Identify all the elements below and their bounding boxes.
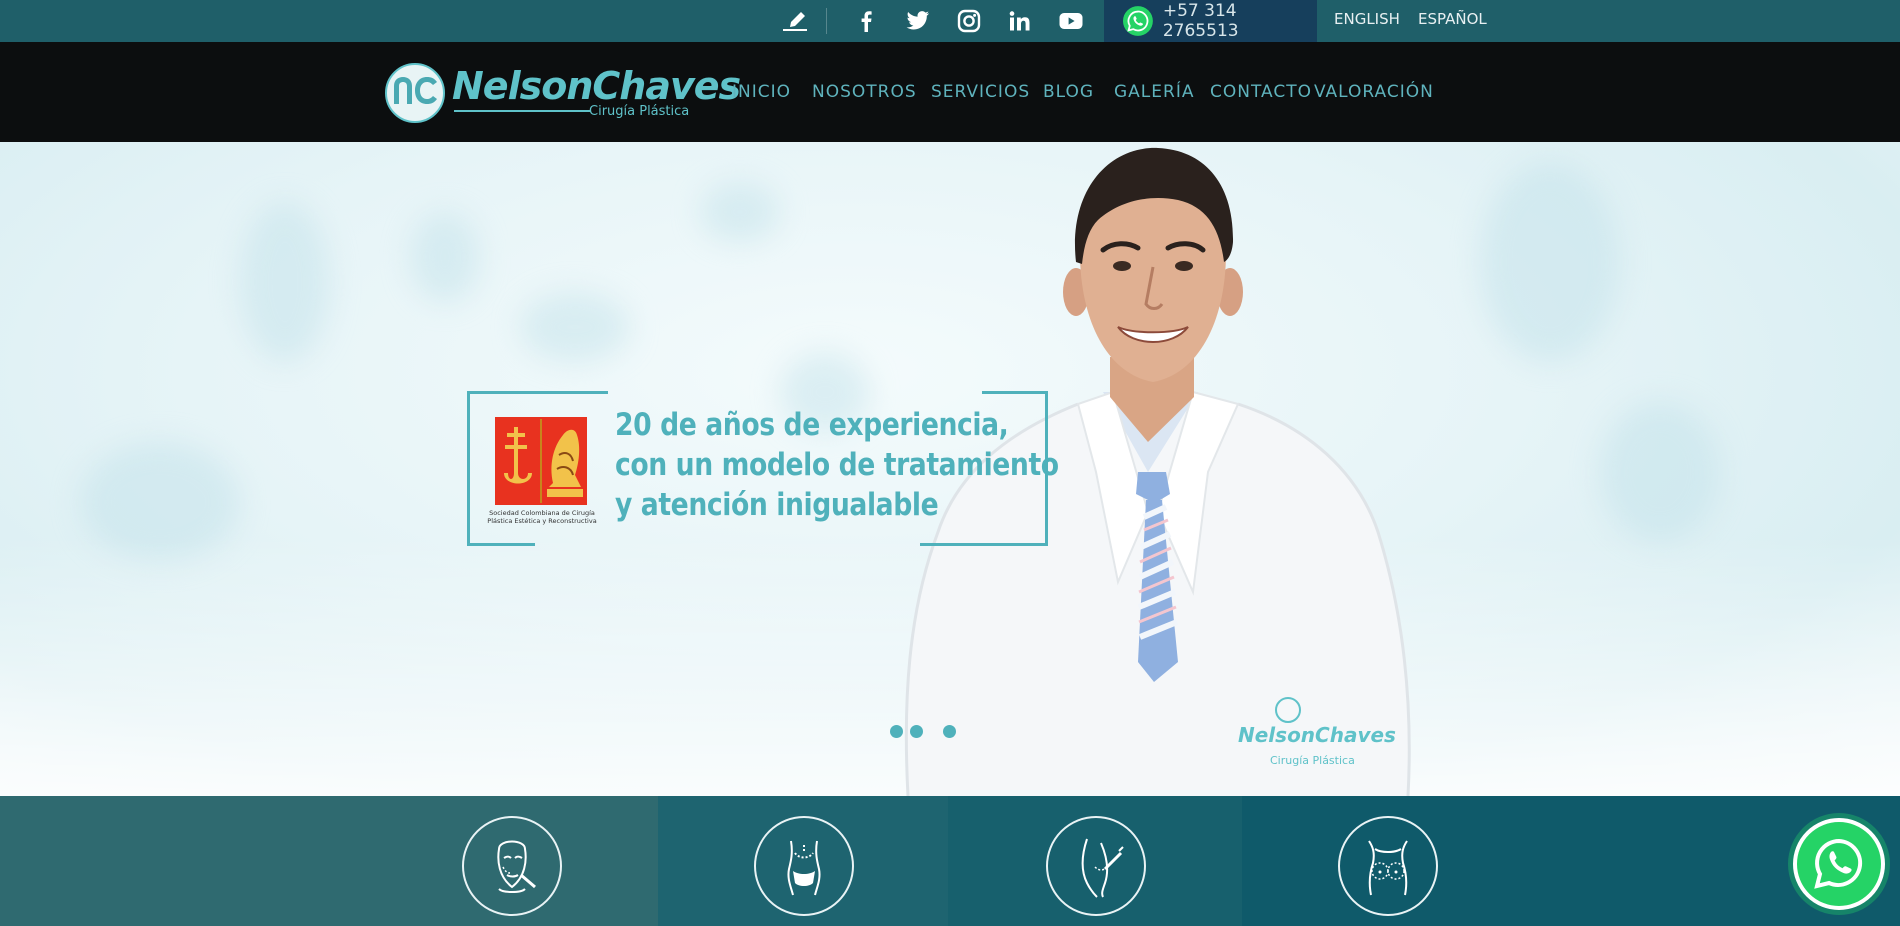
language-espanol[interactable]: ESPAÑOL: [1418, 10, 1487, 28]
nav-contacto[interactable]: CONTACTO: [1210, 82, 1312, 102]
background-bokeh: [1480, 162, 1620, 362]
nav-nosotros[interactable]: NOSOTROS: [812, 82, 917, 102]
phone-number: +57 314 2765513: [1162, 1, 1239, 41]
whatsapp-icon: [1814, 838, 1863, 889]
coat-logo-subtitle: Cirugía Plástica: [1270, 754, 1355, 767]
facebook-icon[interactable]: [852, 6, 882, 36]
logo-subtitle: Cirugía Plástica: [589, 104, 690, 119]
nav-valoracion[interactable]: VALORACIÓN: [1314, 82, 1434, 102]
background-bokeh: [1600, 402, 1720, 542]
nav-blog[interactable]: BLOG: [1043, 82, 1094, 102]
background-bokeh: [240, 202, 330, 362]
youtube-icon[interactable]: [1056, 6, 1086, 36]
services-strip: [0, 796, 1900, 926]
coat-logo-name: NelsonChaves: [1238, 723, 1396, 747]
background-bokeh: [700, 182, 780, 242]
phone-contact-button[interactable]: +57 314 2765513: [1104, 0, 1317, 42]
slider-dot-1[interactable]: [890, 725, 903, 738]
whatsapp-icon: [1122, 6, 1153, 36]
hero-slider: NelsonChaves Cirugía Plástica Sociedad C…: [0, 142, 1900, 796]
society-seal-caption: Sociedad Colombiana de Cirugía Plástica …: [487, 509, 597, 525]
topbar-divider: [826, 8, 827, 34]
hero-headline-line-3: y atención inigualable: [615, 487, 939, 523]
hero-headline: 20 de años de experiencia, con un modelo…: [615, 405, 1059, 525]
breast-icon[interactable]: [1338, 816, 1438, 916]
buttock-icon[interactable]: [1046, 816, 1146, 916]
background-bokeh: [410, 212, 480, 302]
whatsapp-float-button[interactable]: [1793, 818, 1885, 910]
twitter-icon[interactable]: [903, 6, 933, 36]
top-bar: +57 314 2765513 ENGLISH ESPAÑOL: [0, 0, 1900, 42]
nav-galeria[interactable]: GALERÍA: [1114, 82, 1194, 102]
slider-dot-3[interactable]: [943, 725, 956, 738]
background-bokeh: [520, 292, 630, 362]
body-contour-icon[interactable]: [754, 816, 854, 916]
logo-monogram-icon: [385, 63, 445, 123]
site-logo[interactable]: NelsonChaves Cirugía Plástica: [384, 60, 741, 126]
instagram-icon[interactable]: [954, 6, 984, 36]
linkedin-icon[interactable]: [1005, 6, 1035, 36]
language-english[interactable]: ENGLISH: [1334, 10, 1400, 28]
hero-headline-line-2: con un modelo de tratamiento: [615, 447, 1059, 483]
pen-icon[interactable]: [783, 9, 809, 33]
face-surgery-icon[interactable]: [462, 816, 562, 916]
logo-underline: [454, 110, 590, 112]
slider-pagination: [890, 725, 956, 738]
logo-name: NelsonChaves: [452, 64, 741, 108]
slider-dot-2[interactable]: [910, 725, 923, 738]
hero-headline-line-1: 20 de años de experiencia,: [615, 407, 1009, 443]
society-seal-logo: [495, 417, 587, 505]
hero-caption: Sociedad Colombiana de Cirugía Plástica …: [467, 391, 1059, 546]
main-header: NelsonChaves Cirugía Plástica INICIO NOS…: [0, 42, 1900, 142]
nav-inicio[interactable]: INICIO: [732, 82, 791, 102]
nav-servicios[interactable]: SERVICIOS: [931, 82, 1030, 102]
